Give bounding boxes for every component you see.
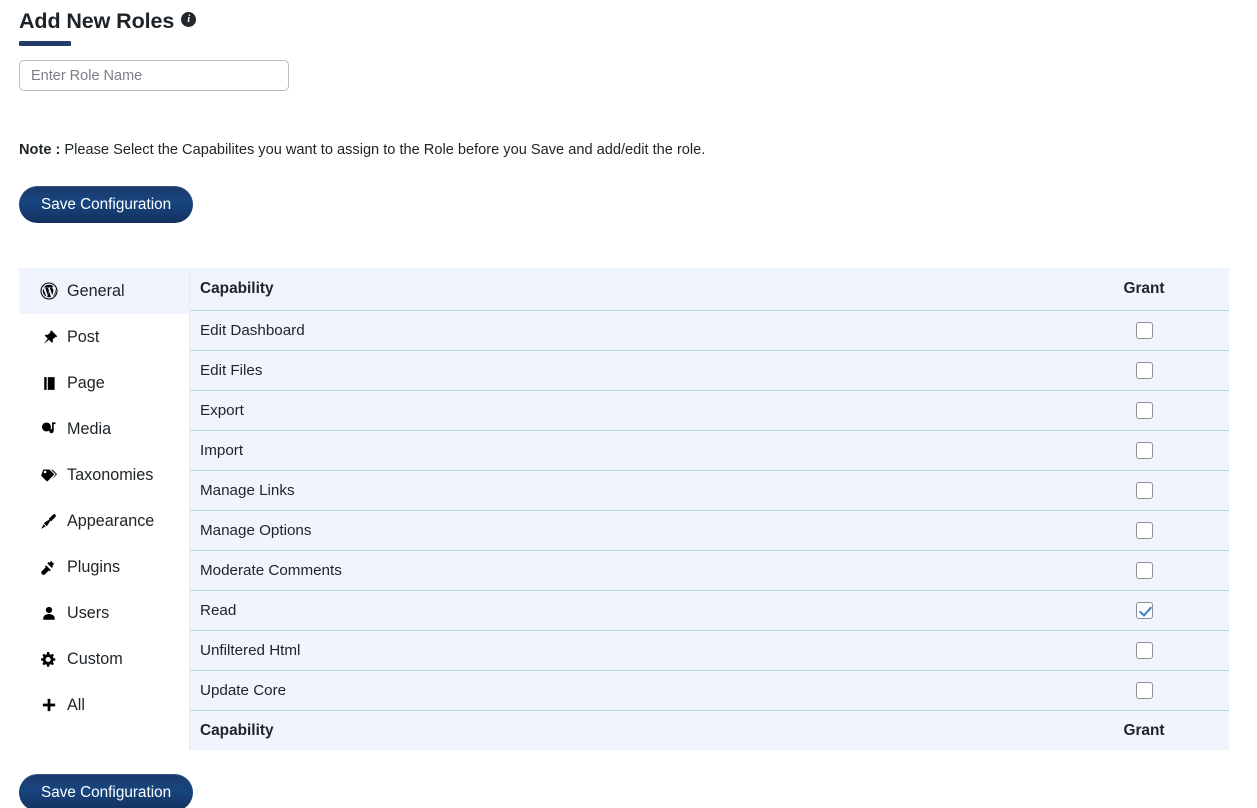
capability-name: Manage Links bbox=[200, 481, 295, 499]
info-icon[interactable]: i bbox=[181, 12, 197, 27]
grant-checkbox[interactable] bbox=[1135, 601, 1153, 619]
table-footer-row: Capability Grant bbox=[190, 709, 1229, 752]
capabilities-table-wrap: Capability Grant Edit Dashboard Edit Fil… bbox=[190, 268, 1229, 752]
table-header-row: Capability Grant bbox=[190, 268, 1229, 311]
grant-checkbox[interactable] bbox=[1135, 561, 1153, 579]
sidebar-item-post[interactable]: Post bbox=[19, 314, 189, 360]
capability-name: Unfiltered Html bbox=[200, 641, 301, 659]
table-head: Capability Grant bbox=[190, 268, 1229, 311]
sidebar-item-taxonomies[interactable]: Taxonomies bbox=[19, 452, 189, 498]
page-title: Add New Roles bbox=[19, 9, 175, 33]
capability-name: Edit Dashboard bbox=[200, 321, 305, 339]
sidebar-item-media[interactable]: Media bbox=[19, 406, 189, 452]
grant-cell bbox=[1059, 430, 1229, 470]
sidebar-item-label: Page bbox=[67, 373, 105, 392]
note-label: Note : bbox=[19, 142, 61, 158]
column-footer-grant: Grant bbox=[1059, 709, 1229, 752]
table-row: Unfiltered Html bbox=[190, 630, 1229, 670]
gear-icon bbox=[39, 650, 58, 669]
media-icon bbox=[39, 420, 58, 439]
plus-icon bbox=[39, 696, 58, 715]
capabilities-panel: General Post Page Media Taxonomies Appea… bbox=[19, 268, 1229, 752]
plug-icon bbox=[39, 558, 58, 577]
grant-checkbox[interactable] bbox=[1135, 361, 1153, 379]
capability-name: Read bbox=[200, 601, 237, 619]
table-row: Export bbox=[190, 390, 1229, 430]
table-row: Moderate Comments bbox=[190, 550, 1229, 590]
column-header-capability: Capability bbox=[190, 268, 1059, 311]
grant-checkbox[interactable] bbox=[1135, 401, 1153, 419]
grant-cell bbox=[1059, 510, 1229, 550]
table-row: Edit Files bbox=[190, 350, 1229, 390]
page-header: Add New Roles i bbox=[19, 8, 197, 46]
table-row: Read bbox=[190, 590, 1229, 630]
table-row: Manage Options bbox=[190, 510, 1229, 550]
sidebar-item-label: Custom bbox=[67, 649, 123, 668]
table-row: Manage Links bbox=[190, 470, 1229, 510]
pin-icon bbox=[39, 328, 58, 347]
capability-name: Import bbox=[200, 441, 244, 459]
sidebar-item-appearance[interactable]: Appearance bbox=[19, 498, 189, 544]
note-text: Note : Please Select the Capabilites you… bbox=[19, 141, 705, 160]
grant-checkbox[interactable] bbox=[1135, 441, 1153, 459]
grant-cell bbox=[1059, 390, 1229, 430]
capabilities-table: Capability Grant Edit Dashboard Edit Fil… bbox=[190, 268, 1229, 752]
paintbrush-icon bbox=[39, 512, 58, 531]
grant-cell bbox=[1059, 470, 1229, 510]
title-underline bbox=[19, 41, 71, 46]
column-header-grant: Grant bbox=[1059, 268, 1229, 311]
tag-icon bbox=[39, 466, 58, 485]
table-foot: Capability Grant bbox=[190, 709, 1229, 752]
save-configuration-button-bottom[interactable]: Save Configuration bbox=[19, 774, 194, 808]
grant-cell bbox=[1059, 670, 1229, 710]
sidebar-item-custom[interactable]: Custom bbox=[19, 636, 189, 682]
sidebar-item-label: Appearance bbox=[67, 511, 155, 530]
grant-checkbox[interactable] bbox=[1135, 681, 1153, 699]
role-name-input[interactable] bbox=[19, 60, 289, 91]
capability-name: Manage Options bbox=[200, 521, 312, 539]
sidebar-item-label: Post bbox=[67, 327, 100, 346]
wordpress-icon bbox=[39, 282, 58, 301]
sidebar-item-all[interactable]: All bbox=[19, 682, 189, 728]
title-row: Add New Roles i bbox=[19, 8, 197, 34]
add-new-roles-page: Add New Roles i Note : Please Select the… bbox=[0, 0, 1257, 808]
save-configuration-button-top[interactable]: Save Configuration bbox=[19, 186, 194, 223]
sidebar-item-general[interactable]: General bbox=[19, 268, 189, 314]
page-icon bbox=[39, 374, 58, 393]
grant-checkbox[interactable] bbox=[1135, 321, 1153, 339]
note-body: Please Select the Capabilites you want t… bbox=[60, 142, 706, 158]
user-icon bbox=[39, 604, 58, 623]
grant-cell bbox=[1059, 550, 1229, 590]
grant-checkbox[interactable] bbox=[1135, 641, 1153, 659]
sidebar-item-label: All bbox=[67, 695, 85, 714]
grant-cell bbox=[1059, 590, 1229, 630]
capability-group-sidebar: General Post Page Media Taxonomies Appea… bbox=[19, 268, 190, 750]
table-row: Update Core bbox=[190, 670, 1229, 710]
table-row: Edit Dashboard bbox=[190, 310, 1229, 350]
sidebar-item-label: Users bbox=[67, 603, 110, 622]
sidebar-item-users[interactable]: Users bbox=[19, 590, 189, 636]
grant-checkbox[interactable] bbox=[1135, 481, 1153, 499]
table-body: Edit Dashboard Edit Files Export Import … bbox=[190, 310, 1229, 710]
sidebar-item-label: General bbox=[67, 281, 125, 300]
capability-name: Update Core bbox=[200, 681, 287, 699]
grant-checkbox[interactable] bbox=[1135, 521, 1153, 539]
grant-cell bbox=[1059, 630, 1229, 670]
sidebar-item-label: Plugins bbox=[67, 557, 121, 576]
sidebar-item-page[interactable]: Page bbox=[19, 360, 189, 406]
capability-name: Export bbox=[200, 401, 244, 419]
sidebar-item-label: Media bbox=[67, 419, 112, 438]
column-footer-capability: Capability bbox=[190, 709, 1059, 752]
grant-cell bbox=[1059, 350, 1229, 390]
table-row: Import bbox=[190, 430, 1229, 470]
capability-name: Moderate Comments bbox=[200, 561, 342, 579]
sidebar-item-label: Taxonomies bbox=[67, 465, 154, 484]
sidebar-item-plugins[interactable]: Plugins bbox=[19, 544, 189, 590]
capability-name: Edit Files bbox=[200, 361, 263, 379]
grant-cell bbox=[1059, 310, 1229, 350]
